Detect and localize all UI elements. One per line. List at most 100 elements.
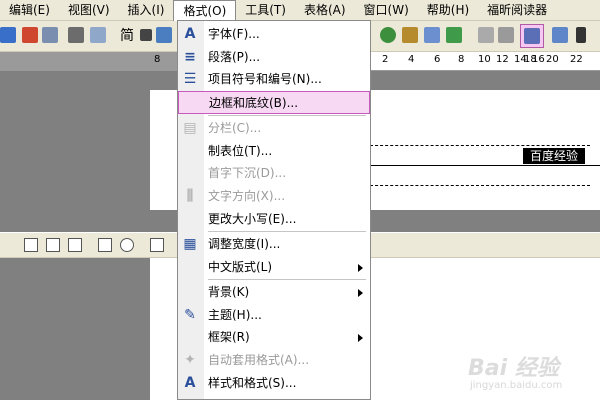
ruler-tick: 22 [570, 54, 583, 65]
insert-page-number-icon[interactable] [46, 238, 60, 252]
menu-item-label: 主题(H)... [208, 308, 262, 322]
menu-item-label: 制表位(T)... [208, 144, 273, 158]
border-solid-line [370, 165, 600, 166]
insert-autotext-icon[interactable] [24, 238, 38, 252]
ruler-tick: 20 [546, 54, 559, 65]
ruler-tick: 8 [458, 54, 465, 65]
secondary-toolbar [0, 232, 178, 258]
ruler-tick: 10 [478, 54, 491, 65]
print-icon[interactable] [68, 27, 84, 43]
columns-icon: ▤ [183, 120, 197, 136]
menu-view[interactable]: 视图(V) [59, 0, 119, 20]
save-icon[interactable] [0, 27, 16, 43]
menu-item-background[interactable]: 背景(K) [178, 281, 370, 304]
secondary-toolbar-right [370, 232, 600, 258]
menu-item-styles-formatting[interactable]: A 样式和格式(S)... [178, 372, 370, 395]
format-menu: A 字体(F)... ≡ 段落(P)... ☰ 项目符号和编号(N)... 边框… [177, 20, 371, 400]
show-formatting-icon[interactable] [576, 27, 586, 43]
submenu-arrow-icon [358, 289, 363, 297]
menu-item-label: 项目符号和编号(N)... [208, 72, 322, 86]
submenu-arrow-icon [358, 334, 363, 342]
menu-item-label: 边框和底纹(B)... [209, 96, 299, 110]
menu-separator [208, 231, 366, 232]
menu-item-columns[interactable]: ▤ 分栏(C)... [178, 117, 370, 140]
theme-icon: ✎ [184, 307, 196, 323]
fit-width-icon: ▦ [183, 236, 197, 252]
menu-item-label: 字体(F)... [208, 27, 260, 41]
menu-format[interactable]: 格式(O) [173, 0, 237, 21]
menu-item-text-direction[interactable]: ⫼ 文字方向(X)... [178, 185, 370, 208]
border-dashed-line [370, 185, 590, 186]
columns-icon[interactable] [478, 27, 494, 43]
menu-item-label: 更改大小写(E)... [208, 212, 297, 226]
globe-icon[interactable] [380, 27, 396, 43]
format-painter-button[interactable] [520, 24, 544, 48]
bullets-icon: ☰ [183, 71, 197, 87]
ruler-tick: 18 [524, 54, 537, 65]
chevron-down-icon[interactable] [140, 29, 152, 41]
menu-help[interactable]: 帮助(H) [418, 0, 478, 20]
insert-date-icon[interactable] [98, 238, 112, 252]
ruler-margin [0, 52, 178, 70]
menu-foxit-reader[interactable]: 福昕阅读器 [478, 0, 556, 20]
permission-icon[interactable] [22, 27, 38, 43]
menu-tools[interactable]: 工具(T) [236, 0, 295, 20]
ruler-tick: 6 [434, 54, 441, 65]
text-direction-icon: ⫼ [186, 188, 194, 204]
autoformat-icon: ✦ [184, 352, 196, 368]
menu-item-theme[interactable]: ✎ 主题(H)... [178, 304, 370, 327]
menu-item-label: 分栏(C)... [208, 121, 262, 135]
menu-item-paragraph[interactable]: ≡ 段落(P)... [178, 46, 370, 69]
menu-separator [208, 115, 366, 116]
insert-table-icon[interactable] [424, 27, 440, 43]
menu-item-font[interactable]: A 字体(F)... [178, 23, 370, 46]
menu-item-label: 段落(P)... [208, 50, 261, 64]
format-page-number-icon[interactable] [68, 238, 82, 252]
menu-edit[interactable]: 编辑(E) [0, 0, 59, 20]
menu-item-drop-cap[interactable]: 首字下沉(D)... [178, 162, 370, 185]
excel-icon[interactable] [446, 27, 462, 43]
watermark-url: jingyan.baidu.com [470, 380, 563, 391]
menu-window[interactable]: 窗口(W) [355, 0, 418, 20]
print-preview-icon[interactable] [90, 27, 106, 43]
styles-icon: A [184, 375, 196, 391]
paragraph-icon: ≡ [184, 49, 196, 65]
document-map-icon[interactable] [552, 27, 568, 43]
page-setup-icon[interactable] [150, 238, 164, 252]
menu-item-fit-width[interactable]: ▦ 调整宽度(I)... [178, 233, 370, 256]
menu-item-borders-shading[interactable]: 边框和底纹(B)... [178, 91, 370, 114]
menu-item-label: 背景(K) [208, 285, 250, 299]
menu-item-label: 样式和格式(S)... [208, 376, 297, 390]
watermark-logo: Bai 经验 [468, 356, 559, 381]
insert-time-icon[interactable] [120, 238, 134, 252]
menu-item-tabs[interactable]: 制表位(T)... [178, 140, 370, 163]
ruler-tick: 2 [382, 54, 389, 65]
menu-insert[interactable]: 插入(I) [119, 0, 174, 20]
email-icon[interactable] [42, 27, 58, 43]
document-text[interactable]: 百度经验 [523, 148, 585, 164]
ruler-tick: 12 [496, 54, 509, 65]
menu-bar: 编辑(E) 视图(V) 插入(I) 格式(O) 工具(T) 表格(A) 窗口(W… [0, 0, 600, 21]
menu-item-autoformat[interactable]: ✦ 自动套用格式(A)... [178, 349, 370, 372]
menu-item-change-case[interactable]: 更改大小写(E)... [178, 208, 370, 231]
insert-picture-icon[interactable] [402, 27, 418, 43]
menu-table[interactable]: 表格(A) [295, 0, 355, 20]
drawing-icon[interactable] [498, 27, 514, 43]
ruler-tick: 8 [154, 54, 161, 65]
menu-separator [208, 279, 366, 280]
submenu-arrow-icon [358, 264, 363, 272]
baidu-jingyan-watermark: Bai 经验 jingyan.baidu.com [468, 350, 598, 396]
menu-item-label: 首字下沉(D)... [208, 166, 287, 180]
border-dashed-line [370, 145, 590, 146]
menu-item-label: 调整宽度(I)... [208, 237, 281, 251]
menu-item-asian-layout[interactable]: 中文版式(L) [178, 256, 370, 279]
spelling-icon[interactable] [156, 27, 172, 43]
menu-item-label: 中文版式(L) [208, 260, 273, 274]
menu-item-label: 自动套用格式(A)... [208, 353, 310, 367]
brush-icon [524, 28, 540, 44]
menu-item-frames[interactable]: 框架(R) [178, 326, 370, 349]
menu-item-label: 文字方向(X)... [208, 189, 286, 203]
menu-item-bullets-numbering[interactable]: ☰ 项目符号和编号(N)... [178, 68, 370, 91]
ruler-tick: 4 [408, 54, 415, 65]
simplified-chinese-button[interactable]: 简 [120, 27, 134, 45]
